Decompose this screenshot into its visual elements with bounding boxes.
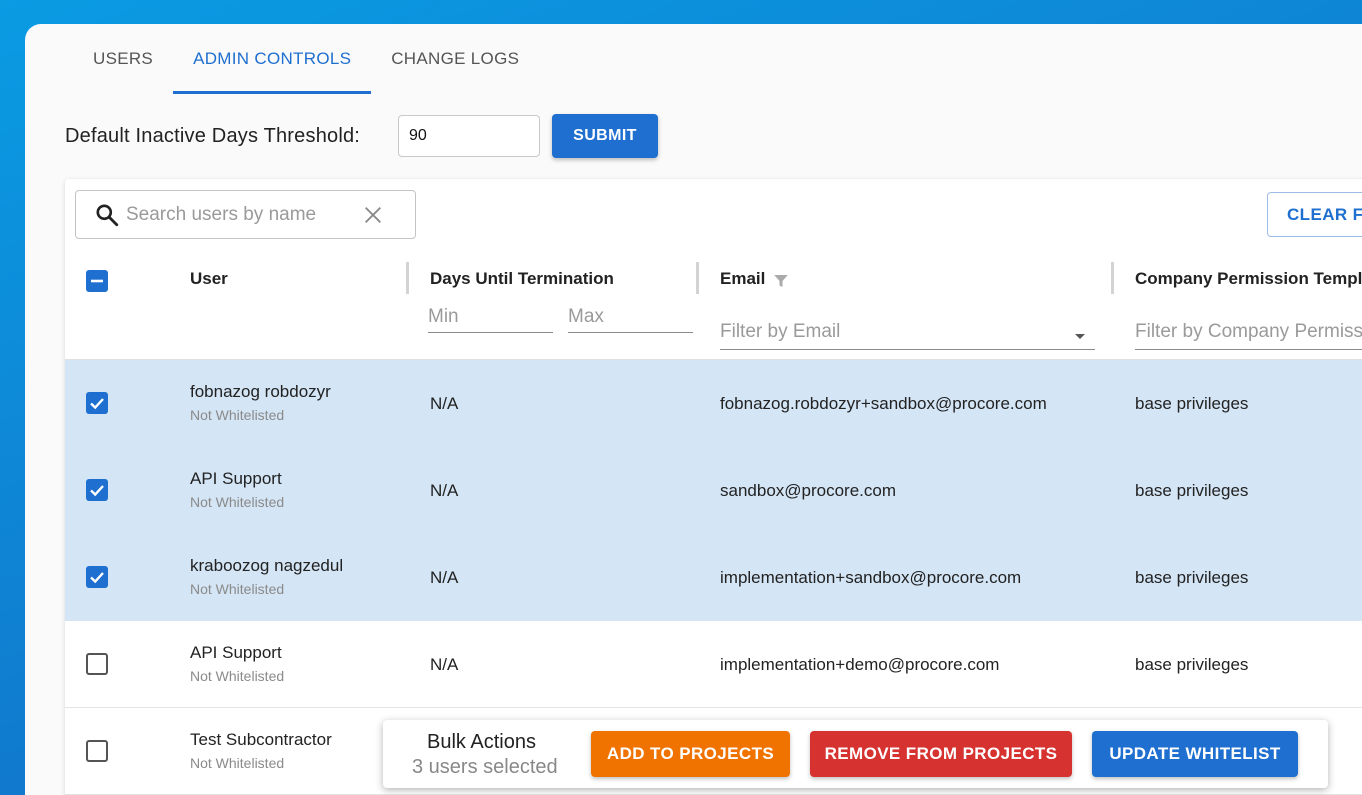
column-header-days[interactable]: Days Until Termination — [430, 269, 614, 289]
tab-users[interactable]: USERS — [73, 24, 173, 94]
whitelist-status: Not Whitelisted — [190, 407, 285, 423]
selected-count: 3 users selected — [412, 756, 558, 778]
permission-template: base privileges — [1135, 394, 1249, 413]
check-icon — [90, 398, 104, 410]
email-filter-select[interactable] — [720, 315, 1095, 350]
whitelist-status: Not Whitelisted — [190, 581, 285, 597]
search-input[interactable] — [126, 203, 356, 226]
table-row[interactable]: fobnazog robdozyr Not Whitelisted N/A fo… — [65, 360, 1362, 447]
admin-card: USERS ADMIN CONTROLS CHANGE LOGS Default… — [25, 24, 1362, 795]
column-separator[interactable] — [1111, 262, 1114, 294]
users-table: CLEAR FILTERS User Days Until Terminatio… — [65, 179, 1362, 795]
user-email: fobnazog.robdozyr+sandbox@procore.com — [720, 394, 1047, 413]
whitelist-status: Not Whitelisted — [190, 668, 285, 684]
column-separator[interactable] — [696, 262, 699, 294]
close-icon[interactable] — [362, 204, 384, 226]
tab-change-logs[interactable]: CHANGE LOGS — [371, 24, 539, 94]
minus-icon — [91, 279, 103, 283]
days-until-termination: N/A — [430, 655, 459, 674]
dropdown-arrow-icon[interactable] — [1070, 326, 1090, 346]
search-icon — [96, 203, 119, 226]
remove-from-projects-button[interactable]: REMOVE FROM PROJECTS — [810, 731, 1072, 777]
user-name: Test Subcontractor — [190, 730, 332, 749]
permission-filter-input[interactable] — [1135, 315, 1362, 350]
whitelist-status: Not Whitelisted — [190, 494, 285, 510]
select-all-checkbox[interactable] — [86, 270, 108, 292]
column-header-permission[interactable]: Company Permission Template — [1135, 269, 1362, 289]
clear-filters-button[interactable]: CLEAR FILTERS — [1267, 192, 1362, 237]
user-name: fobnazog robdozyr — [190, 382, 331, 401]
row-checkbox[interactable] — [86, 479, 108, 501]
threshold-input[interactable] — [398, 115, 540, 157]
table-row[interactable]: kraboozog nagzedul Not Whitelisted N/A i… — [65, 534, 1362, 621]
user-name: API Support — [190, 469, 282, 488]
column-separator[interactable] — [406, 262, 409, 294]
bulk-actions-bar: Bulk Actions 3 users selected ADD TO PRO… — [383, 720, 1328, 788]
row-checkbox[interactable] — [86, 653, 108, 675]
user-name: API Support — [190, 643, 282, 662]
user-email: implementation+sandbox@procore.com — [720, 568, 1022, 587]
check-icon — [90, 485, 104, 497]
submit-button[interactable]: SUBMIT — [552, 114, 658, 158]
column-header-email[interactable]: Email — [720, 269, 765, 289]
days-min-input[interactable] — [428, 301, 553, 333]
check-icon — [90, 572, 104, 584]
row-checkbox[interactable] — [86, 566, 108, 588]
tab-bar: USERS ADMIN CONTROLS CHANGE LOGS — [73, 24, 539, 94]
column-header-user[interactable]: User — [190, 269, 228, 289]
table-row[interactable]: API Support Not Whitelisted N/A sandbox@… — [65, 447, 1362, 534]
search-box[interactable] — [75, 190, 416, 239]
user-email: implementation+demo@procore.com — [720, 655, 1000, 674]
permission-template: base privileges — [1135, 481, 1249, 500]
days-max-input[interactable] — [568, 301, 693, 333]
threshold-label: Default Inactive Days Threshold: — [65, 125, 361, 147]
table-row[interactable]: API Support Not Whitelisted N/A implemen… — [65, 621, 1362, 708]
add-to-projects-button[interactable]: ADD TO PROJECTS — [591, 731, 790, 777]
row-checkbox[interactable] — [86, 392, 108, 414]
user-email: sandbox@procore.com — [720, 481, 897, 500]
tab-admin-controls[interactable]: ADMIN CONTROLS — [173, 24, 372, 94]
update-whitelist-button[interactable]: UPDATE WHITELIST — [1092, 731, 1298, 777]
row-checkbox[interactable] — [86, 740, 108, 762]
days-until-termination: N/A — [430, 568, 459, 587]
days-until-termination: N/A — [430, 481, 459, 500]
filter-icon[interactable] — [772, 272, 790, 290]
permission-template: base privileges — [1135, 568, 1249, 587]
permission-template: base privileges — [1135, 655, 1249, 674]
whitelist-status: Not Whitelisted — [190, 755, 285, 771]
table-header: User Days Until Termination Email Compan… — [65, 259, 1362, 360]
bulk-actions-title: Bulk Actions — [427, 731, 536, 753]
user-name: kraboozog nagzedul — [190, 556, 344, 575]
days-until-termination: N/A — [430, 394, 459, 413]
